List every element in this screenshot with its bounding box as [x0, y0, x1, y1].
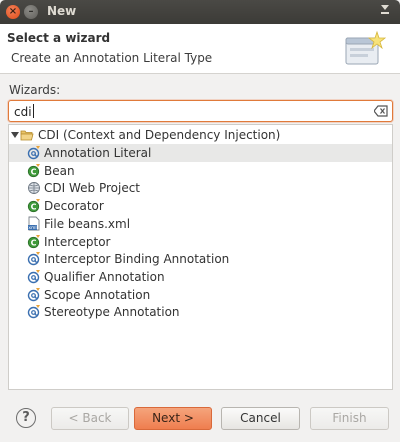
new-wizard-dialog: × – New Select a wizard Create an Annota… — [0, 0, 400, 442]
tree-item[interactable]: Annotation Literal — [9, 144, 392, 162]
tree-item[interactable]: Qualifier Annotation — [9, 268, 392, 286]
tree-item-label: Bean — [44, 163, 75, 178]
tree-item[interactable]: C Decorator — [9, 197, 392, 215]
window-title: New — [47, 4, 77, 18]
bean-icon: C — [27, 234, 41, 249]
svg-text:xml: xml — [28, 225, 36, 231]
tree-item-label: Scope Annotation — [44, 287, 151, 302]
annotation-icon — [27, 145, 41, 160]
tree-item-label: Interceptor — [44, 234, 111, 249]
wizards-label: Wizards: — [9, 83, 61, 97]
wizard-filter-input[interactable]: cdi — [8, 100, 393, 122]
clear-filter-icon[interactable] — [374, 105, 388, 117]
help-button[interactable]: ? — [16, 408, 36, 428]
svg-text:C: C — [31, 167, 37, 176]
filter-value: cdi — [14, 104, 34, 119]
page-description: Create an Annotation Literal Type — [11, 51, 213, 65]
tree-item-label: Decorator — [44, 199, 104, 214]
tree-category-label: CDI (Context and Dependency Injection) — [38, 128, 281, 142]
bean-icon: C — [27, 163, 41, 178]
tree-item-label: File beans.xml — [44, 216, 131, 231]
close-icon[interactable]: × — [6, 5, 20, 19]
tree-item-label: CDI Web Project — [44, 181, 141, 196]
tree-item[interactable]: C Interceptor — [9, 233, 392, 251]
svg-text:C: C — [31, 203, 37, 212]
bean-icon: C — [27, 198, 41, 213]
tree-item[interactable]: Scope Annotation — [9, 286, 392, 304]
wizard-banner: Select a wizard Create an Annotation Lit… — [0, 24, 400, 74]
tree-item-label: Interceptor Binding Annotation — [44, 252, 230, 267]
finish-button[interactable]: Finish — [310, 407, 389, 430]
annotation-icon — [27, 251, 41, 266]
next-button[interactable]: Next > — [134, 407, 212, 430]
tree-item[interactable]: Stereotype Annotation — [9, 303, 392, 321]
tree-item[interactable]: CDI Web Project — [9, 179, 392, 197]
tree-category-cdi[interactable]: CDI (Context and Dependency Injection) — [9, 126, 392, 144]
title-bar[interactable]: × – New — [0, 0, 400, 24]
back-button[interactable]: < Back — [51, 407, 129, 430]
minimize-icon[interactable]: – — [24, 5, 38, 19]
wizard-banner-icon — [345, 30, 386, 65]
web-project-icon — [27, 180, 41, 195]
page-title: Select a wizard — [7, 31, 111, 45]
annotation-icon — [27, 304, 41, 319]
tree-item[interactable]: C Bean — [9, 162, 392, 180]
expand-toggle-icon[interactable] — [11, 132, 19, 138]
xml-file-icon: xml — [27, 216, 41, 231]
tree-item-label: Annotation Literal — [44, 146, 152, 160]
tree-item-label: Stereotype Annotation — [44, 305, 180, 320]
annotation-icon — [27, 269, 41, 284]
window-menu-icon[interactable] — [380, 5, 390, 17]
annotation-icon — [27, 287, 41, 302]
wizard-tree[interactable]: CDI (Context and Dependency Injection) A… — [8, 124, 393, 390]
tree-item-label: Qualifier Annotation — [44, 269, 165, 284]
cancel-button[interactable]: Cancel — [221, 407, 300, 430]
tree-item[interactable]: Interceptor Binding Annotation — [9, 250, 392, 268]
svg-text:C: C — [31, 238, 37, 247]
tree-item[interactable]: xml File beans.xml — [9, 215, 392, 233]
folder-open-icon — [20, 130, 34, 141]
